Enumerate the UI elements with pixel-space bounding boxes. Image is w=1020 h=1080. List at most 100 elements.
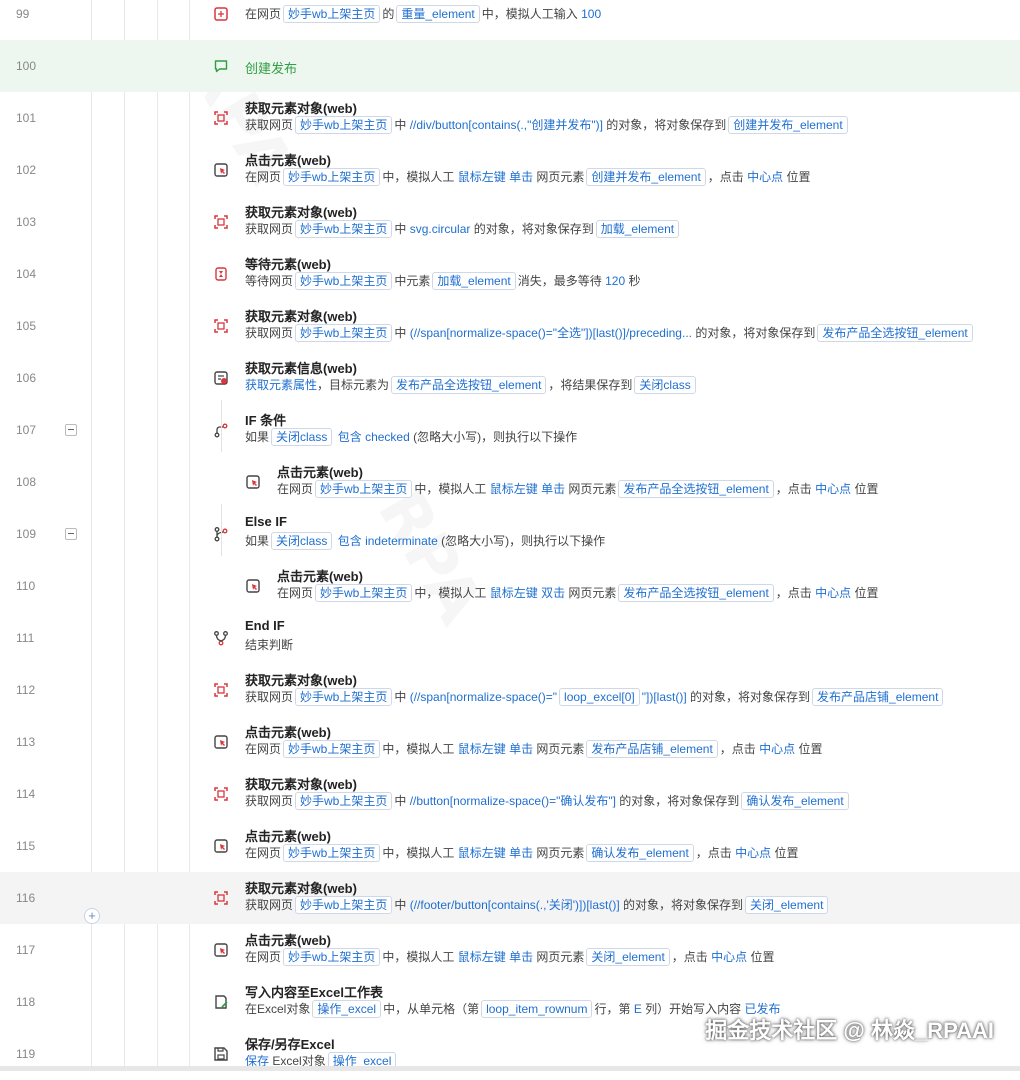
workflow-step-row[interactable]: 117 点击元素(web) 在网页 妙手wb上架主页 中，模拟人工 鼠标左键 单击 网页… — [0, 924, 1020, 976]
variable-tag[interactable]: 妙手wb上架主页 — [295, 272, 393, 290]
parameter-value[interactable]: "])[last()] — [642, 690, 687, 704]
workflow-step-row[interactable]: 102 点击元素(web) 在网页 妙手wb上架主页 中，模拟人工 鼠标左键 单击 网页… — [0, 144, 1020, 196]
parameter-value[interactable]: 100 — [581, 7, 601, 21]
parameter-value[interactable]: checked — [365, 430, 410, 444]
variable-tag[interactable]: 创建并发布_element — [586, 168, 706, 186]
line-number: 102 — [16, 163, 37, 177]
variable-tag[interactable]: 妙手wb上架主页 — [283, 844, 381, 862]
parameter-value[interactable]: 鼠标左键 — [458, 170, 506, 184]
workflow-step-row[interactable]: 113 点击元素(web) 在网页 妙手wb上架主页 中，模拟人工 鼠标左键 单击 网页… — [0, 716, 1020, 768]
parameter-value[interactable]: 鼠标左键 — [458, 742, 506, 756]
workflow-step-row[interactable]: 107 IF 条件 如果 关闭class 包含 checked (忽略大小写)，则执行… — [0, 404, 1020, 456]
variable-tag[interactable]: 妙手wb上架主页 — [315, 584, 413, 602]
variable-tag[interactable]: 关闭class — [634, 376, 696, 394]
variable-tag[interactable]: 妙手wb上架主页 — [295, 116, 393, 134]
parameter-value[interactable]: 鼠标左键 — [490, 586, 538, 600]
parameter-value[interactable]: 包含 — [338, 534, 362, 548]
workflow-step-row[interactable]: 106 获取元素信息(web) 获取元素属性，目标元素为 发布产品全选按钮_eleme… — [0, 352, 1020, 404]
parameter-value[interactable]: 中心点 — [711, 950, 747, 964]
parameter-value[interactable]: //div/button[contains(.,"创建并发布")] — [410, 118, 603, 132]
workflow-step-row[interactable]: 114 获取元素对象(web) 获取网页 妙手wb上架主页中 //button[nor… — [0, 768, 1020, 820]
workflow-step-row[interactable]: 116 获取元素对象(web) 获取网页 妙手wb上架主页中 (//footer/bu… — [0, 872, 1020, 924]
variable-tag[interactable]: 确认发布_element — [586, 844, 694, 862]
variable-tag[interactable]: 发布产品全选按钮_element — [391, 376, 547, 394]
add-step-plus-icon[interactable]: + — [84, 908, 100, 924]
parameter-value[interactable]: 包含 — [338, 430, 362, 444]
variable-tag[interactable]: 确认发布_element — [741, 792, 849, 810]
parameter-value[interactable]: svg.circular — [410, 222, 471, 236]
variable-tag[interactable]: 妙手wb上架主页 — [283, 5, 381, 23]
parameter-value[interactable]: 中心点 — [735, 846, 771, 860]
variable-tag[interactable]: 关闭_element — [586, 948, 670, 966]
workflow-step-row[interactable]: 99 在网页 妙手wb上架主页的重量_element 中，模拟人工输入 100 — [0, 0, 1020, 40]
click-element-icon — [214, 163, 228, 177]
variable-tag[interactable]: 妙手wb上架主页 — [283, 740, 381, 758]
workflow-step-row[interactable]: 103 获取元素对象(web) 获取网页 妙手wb上架主页中 svg.circular… — [0, 196, 1020, 248]
parameter-value[interactable]: 中心点 — [815, 482, 851, 496]
parameter-value[interactable]: (//span[normalize-space()=" — [410, 690, 557, 704]
variable-tag[interactable]: 发布产品店铺_element — [812, 688, 944, 706]
parameter-value[interactable]: (//span[normalize-space()="全选"])[last()]… — [410, 326, 692, 340]
parameter-value[interactable]: 单击 — [509, 950, 533, 964]
variable-tag[interactable]: 妙手wb上架主页 — [295, 792, 393, 810]
variable-tag[interactable]: loop_item_rownum — [481, 1000, 593, 1018]
workflow-step-row[interactable]: 111 End IF 结束判断 — [0, 612, 1020, 664]
parameter-value[interactable]: 中心点 — [747, 170, 783, 184]
step-description: 在网页 妙手wb上架主页 中，模拟人工 鼠标左键 单击 网页元素 关闭_element… — [245, 948, 775, 966]
variable-tag[interactable]: 加载_element — [595, 220, 680, 238]
parameter-value[interactable]: indeterminate — [365, 534, 438, 548]
parameter-value[interactable]: 鼠标左键 — [490, 482, 538, 496]
workflow-step-row[interactable]: 108 点击元素(web) 在网页 妙手wb上架主页 中，模拟人工 鼠标左键 单击 网页… — [0, 456, 1020, 508]
variable-tag[interactable]: loop_excel[0] — [559, 688, 640, 706]
workflow-step-row[interactable]: 109 Else IF 如果 关闭class 包含 indeterminate (忽略… — [0, 508, 1020, 560]
variable-tag[interactable]: 妙手wb上架主页 — [315, 480, 413, 498]
variable-tag[interactable]: 妙手wb上架主页 — [283, 168, 381, 186]
parameter-value[interactable]: 120 — [605, 274, 625, 288]
variable-tag[interactable]: 关闭_element — [745, 896, 829, 914]
variable-tag[interactable]: 发布产品全选按钮_element — [618, 480, 774, 498]
description-text: 等待网页 — [245, 274, 294, 288]
parameter-value[interactable]: 中心点 — [815, 586, 851, 600]
parameter-value[interactable]: 鼠标左键 — [458, 950, 506, 964]
workflow-step-row[interactable]: 101 获取元素对象(web) 获取网页 妙手wb上架主页中 //div/button… — [0, 92, 1020, 144]
variable-tag[interactable]: 创建并发布_element — [728, 116, 848, 134]
collapse-toggle-icon[interactable] — [65, 424, 77, 436]
parameter-value[interactable]: 双击 — [541, 586, 565, 600]
collapse-toggle-icon[interactable] — [65, 528, 77, 540]
parameter-value[interactable]: 单击 — [509, 742, 533, 756]
variable-tag[interactable]: 关闭class — [271, 532, 333, 550]
variable-tag[interactable]: 妙手wb上架主页 — [295, 324, 393, 342]
parameter-value[interactable]: (//footer/button[contains(.,'关闭')])[last… — [410, 898, 620, 912]
workflow-step-row[interactable]: 104 等待元素(web) 等待网页 妙手wb上架主页 中元素 加载_element 消失，… — [0, 248, 1020, 300]
workflow-step-row[interactable]: 115 点击元素(web) 在网页 妙手wb上架主页 中，模拟人工 鼠标左键 单击 网页… — [0, 820, 1020, 872]
variable-tag[interactable]: 妙手wb上架主页 — [295, 688, 393, 706]
bottom-scrollbar[interactable] — [0, 1066, 1020, 1071]
variable-tag[interactable]: 发布产品全选按钮_element — [618, 584, 774, 602]
variable-tag[interactable]: 发布产品店铺_element — [586, 740, 718, 758]
block-indent-guide — [221, 400, 222, 452]
workflow-step-row[interactable]: 100 创建发布 — [0, 40, 1020, 92]
variable-tag[interactable]: 关闭class — [271, 428, 333, 446]
workflow-step-row[interactable]: 110 点击元素(web) 在网页 妙手wb上架主页 中，模拟人工 鼠标左键 双击 网页… — [0, 560, 1020, 612]
variable-tag[interactable]: 妙手wb上架主页 — [295, 220, 393, 238]
variable-tag[interactable]: 妙手wb上架主页 — [295, 896, 393, 914]
description-text: 在网页 — [245, 7, 282, 21]
parameter-value[interactable]: E — [634, 1002, 642, 1016]
parameter-value[interactable]: 鼠标左键 — [458, 846, 506, 860]
parameter-value[interactable]: 单击 — [541, 482, 565, 496]
description-text: 位置 — [851, 482, 879, 496]
parameter-value[interactable]: 获取元素属性 — [245, 378, 317, 392]
workflow-step-row[interactable]: 112 获取元素对象(web) 获取网页 妙手wb上架主页中 (//span[norm… — [0, 664, 1020, 716]
variable-tag[interactable]: 发布产品全选按钮_element — [817, 324, 973, 342]
parameter-value[interactable]: //button[normalize-space()="确认发布"] — [410, 794, 616, 808]
step-title: IF 条件 — [245, 413, 287, 428]
variable-tag[interactable]: 妙手wb上架主页 — [283, 948, 381, 966]
variable-tag[interactable]: 操作_excel — [312, 1000, 382, 1018]
parameter-value[interactable]: 单击 — [509, 170, 533, 184]
variable-tag[interactable]: 重量_element — [396, 5, 480, 23]
parameter-value[interactable]: 单击 — [509, 846, 533, 860]
workflow-step-row[interactable]: 105 获取元素对象(web) 获取网页 妙手wb上架主页中 (//span[norm… — [0, 300, 1020, 352]
variable-tag[interactable]: 加载_element — [432, 272, 516, 290]
parameter-value[interactable]: 中心点 — [759, 742, 795, 756]
step-description: 获取网页 妙手wb上架主页中 //div/button[contains(.,"创… — [245, 116, 850, 134]
